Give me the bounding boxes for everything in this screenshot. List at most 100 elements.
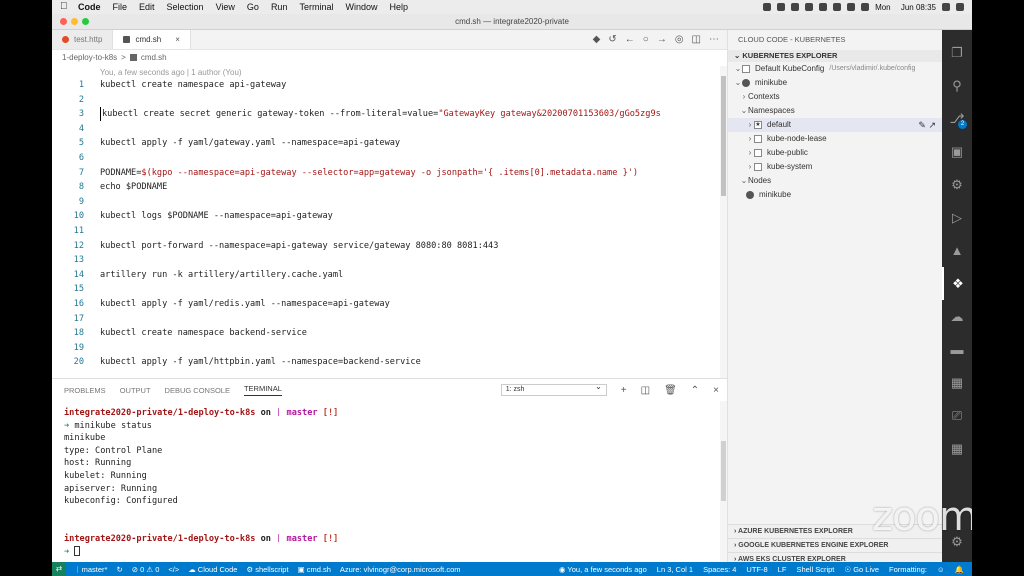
- breadcrumb-file[interactable]: cmd.sh: [141, 53, 167, 62]
- status-encoding[interactable]: UTF-8: [746, 565, 767, 574]
- cloud-code-icon[interactable]: ❖: [942, 267, 972, 300]
- azure-icon[interactable]: ▲: [942, 234, 972, 267]
- open-changes-icon[interactable]: ◎: [675, 34, 684, 45]
- code-line[interactable]: 6: [52, 151, 720, 165]
- files-icon[interactable]: ❐: [942, 36, 972, 69]
- live-share-icon[interactable]: ▬: [942, 333, 972, 366]
- status-spaces[interactable]: Spaces: 4: [703, 565, 736, 574]
- tab-problems[interactable]: PROBLEMS: [64, 386, 106, 395]
- status-formatting[interactable]: Formatting:: [889, 565, 927, 574]
- tree-namespace-default[interactable]: › ★ default ✎ ↗: [728, 118, 942, 132]
- section-gke[interactable]: › GOOGLE KUBERNETES ENGINE EXPLORER: [728, 538, 943, 552]
- menu-list-icon[interactable]: [956, 3, 964, 11]
- menu-app[interactable]: Code: [78, 2, 101, 12]
- menubar-clock[interactable]: Mon Jun 08:35: [875, 3, 936, 12]
- tab-test-http[interactable]: test.http: [52, 30, 114, 49]
- code-line[interactable]: 17: [52, 312, 720, 326]
- tab-cmd-sh[interactable]: cmd.sh ×: [113, 30, 191, 49]
- tree-namespaces[interactable]: ⌄ Namespaces: [728, 104, 942, 118]
- terminal-select[interactable]: 1: zsh: [500, 382, 607, 396]
- edit-icon[interactable]: ✎: [918, 120, 926, 130]
- terminal-output[interactable]: integrate2020-private/1-deploy-to-k8s on…: [64, 407, 714, 565]
- editor-scrollbar[interactable]: [720, 66, 727, 378]
- dot-icon[interactable]: ○: [643, 34, 649, 45]
- tray-icon[interactable]: [777, 3, 786, 11]
- remote-icon[interactable]: ⇄: [52, 562, 66, 576]
- menu-go[interactable]: Go: [247, 2, 259, 12]
- run-debug-icon[interactable]: ▷: [942, 201, 972, 234]
- scrollbar-thumb[interactable]: [721, 441, 726, 501]
- code-line[interactable]: 2: [52, 93, 720, 107]
- code-icon[interactable]: </>: [168, 565, 179, 574]
- terminal-input-line[interactable]: ➜: [64, 546, 714, 559]
- code-line[interactable]: 13: [52, 253, 720, 267]
- code-line[interactable]: 7 PODNAME=$(kgpo --namespace=api-gateway …: [52, 166, 720, 180]
- code-line[interactable]: 20 kubectl apply -f yaml/httpbin.yaml --n…: [52, 355, 720, 369]
- menu-selection[interactable]: Selection: [167, 2, 204, 12]
- chevron-up-icon[interactable]: ⌃: [691, 385, 699, 396]
- status-position[interactable]: Ln 3, Col 1: [657, 565, 693, 574]
- tree-kubeconfig[interactable]: ⌄ Default KubeConfig /Users/vladimir/.ku…: [728, 62, 942, 76]
- section-kubernetes-explorer[interactable]: ⌄ KUBERNETES EXPLORER: [728, 50, 942, 62]
- tree-nodes[interactable]: ⌄ Nodes: [728, 174, 942, 188]
- run-icon[interactable]: ◆: [593, 34, 601, 45]
- menu-file[interactable]: File: [113, 2, 128, 12]
- status-language[interactable]: Shell Script: [796, 565, 834, 574]
- wifi-icon[interactable]: [847, 3, 856, 11]
- code-line[interactable]: 11: [52, 224, 720, 238]
- bluetooth-icon[interactable]: [819, 3, 828, 11]
- menu-window[interactable]: Window: [345, 2, 377, 12]
- tree-cluster[interactable]: ⌄ minikube: [728, 76, 942, 90]
- new-terminal-icon[interactable]: +: [621, 385, 627, 396]
- split-editor-icon[interactable]: ◫: [692, 34, 701, 45]
- search-icon[interactable]: ⚲: [942, 69, 972, 102]
- code-line[interactable]: 10 kubectl logs $PODNAME --namespace=api-…: [52, 209, 720, 223]
- tree-namespace-kube-system[interactable]: › kube-system: [728, 160, 942, 174]
- menu-view[interactable]: View: [216, 2, 235, 12]
- tree-contexts[interactable]: › Contexts: [728, 90, 942, 104]
- code-line[interactable]: 15: [52, 282, 720, 296]
- docker-icon[interactable]: ☁: [942, 300, 972, 333]
- menu-terminal[interactable]: Terminal: [299, 2, 333, 12]
- code-line[interactable]: 3 kubectl create secret generic gateway-t…: [52, 107, 720, 122]
- git-blame-codelens[interactable]: You, a few seconds ago | 1 author (You): [100, 68, 242, 77]
- menu-help[interactable]: Help: [389, 2, 408, 12]
- code-line[interactable]: 18 kubectl create namespace backend-servi…: [52, 326, 720, 340]
- status-azure[interactable]: Azure: vlvinogr@corp.microsoft.com: [340, 565, 461, 574]
- close-panel-icon[interactable]: ×: [713, 385, 719, 396]
- code-line[interactable]: 12 kubectl port-forward --namespace=api-g…: [52, 239, 720, 253]
- terminal-icon[interactable]: ⎚: [942, 399, 972, 432]
- minimize-window-icon[interactable]: [71, 18, 78, 25]
- split-terminal-icon[interactable]: ◫: [641, 385, 650, 396]
- tab-output[interactable]: OUTPUT: [120, 386, 151, 395]
- feedback-icon[interactable]: ☺: [937, 565, 945, 574]
- tree-namespace-kube-public[interactable]: › kube-public: [728, 146, 942, 160]
- extensions-icon[interactable]: ▦: [942, 432, 972, 465]
- status-go-live[interactable]: ☉ Go Live: [844, 565, 879, 574]
- remote-explorer-icon[interactable]: ▣: [942, 135, 972, 168]
- git-graph-icon[interactable]: ⚙: [942, 168, 972, 201]
- status-shellscript[interactable]: ⚙ shellscript: [246, 565, 288, 574]
- history-forward-icon[interactable]: →: [657, 34, 667, 45]
- status-problems[interactable]: ⊘ 0 ⚠ 0: [132, 565, 160, 574]
- menu-edit[interactable]: Edit: [139, 2, 155, 12]
- notifications-icon[interactable]: 🔔: [955, 565, 964, 574]
- status-cloud-code[interactable]: ☁ Cloud Code: [188, 565, 237, 574]
- status-branch[interactable]: ᛁ master*: [75, 565, 107, 574]
- zoom-window-icon[interactable]: [82, 18, 89, 25]
- close-icon[interactable]: ×: [175, 35, 180, 44]
- apple-icon[interactable]: : [60, 2, 70, 12]
- source-control-icon[interactable]: ⎇ 2: [942, 102, 972, 135]
- more-actions-icon[interactable]: ⋯: [709, 34, 719, 45]
- calendar-icon[interactable]: ▦: [942, 366, 972, 399]
- dropbox-icon[interactable]: [763, 3, 772, 11]
- flag-icon[interactable]: [861, 3, 870, 11]
- tray-icon[interactable]: [791, 3, 800, 11]
- status-eol[interactable]: LF: [778, 565, 787, 574]
- sync-icon[interactable]: ↻: [116, 565, 122, 574]
- tree-node-minikube[interactable]: minikube: [728, 188, 942, 202]
- code-line[interactable]: 1 kubectl create namespace api-gateway: [52, 78, 720, 92]
- code-line[interactable]: 16 kubectl apply -f yaml/redis.yaml --nam…: [52, 297, 720, 311]
- status-blame[interactable]: ◉ You, a few seconds ago: [559, 565, 647, 574]
- code-line[interactable]: 5 kubectl apply -f yaml/gateway.yaml --na…: [52, 136, 720, 150]
